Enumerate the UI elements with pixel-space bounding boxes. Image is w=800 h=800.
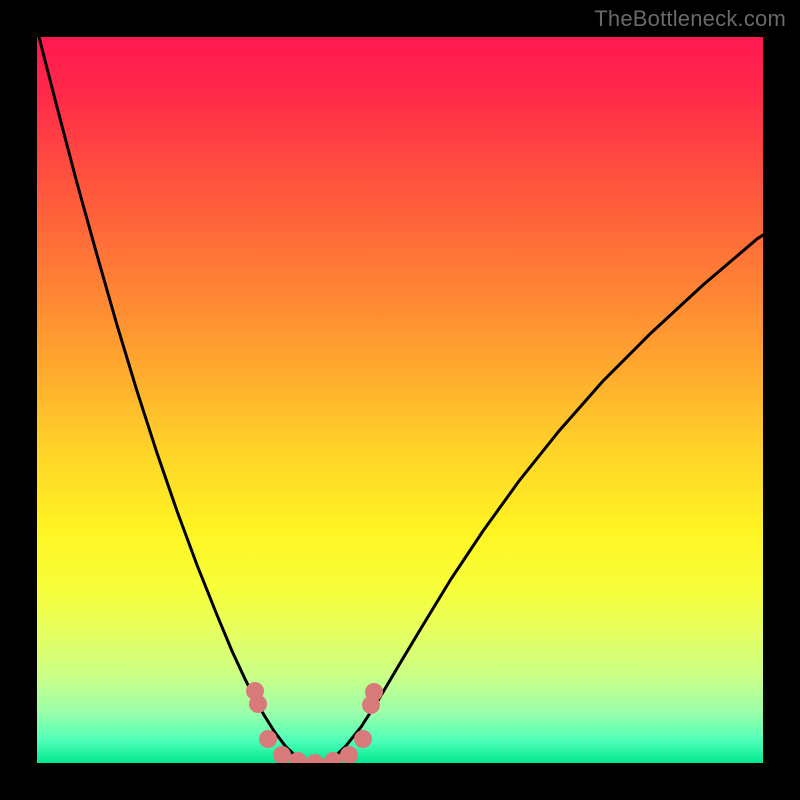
chart-frame: TheBottleneck.com <box>0 0 800 800</box>
left-curve <box>39 37 300 760</box>
valley-dot <box>354 730 372 748</box>
watermark-text: TheBottleneck.com <box>594 6 786 32</box>
plot-area <box>37 37 763 763</box>
right-curve <box>331 235 763 760</box>
valley-dot <box>365 683 383 701</box>
valley-dot <box>249 695 267 713</box>
curve-layer <box>37 37 763 763</box>
valley-dot <box>259 730 277 748</box>
valley-dot <box>306 754 324 763</box>
